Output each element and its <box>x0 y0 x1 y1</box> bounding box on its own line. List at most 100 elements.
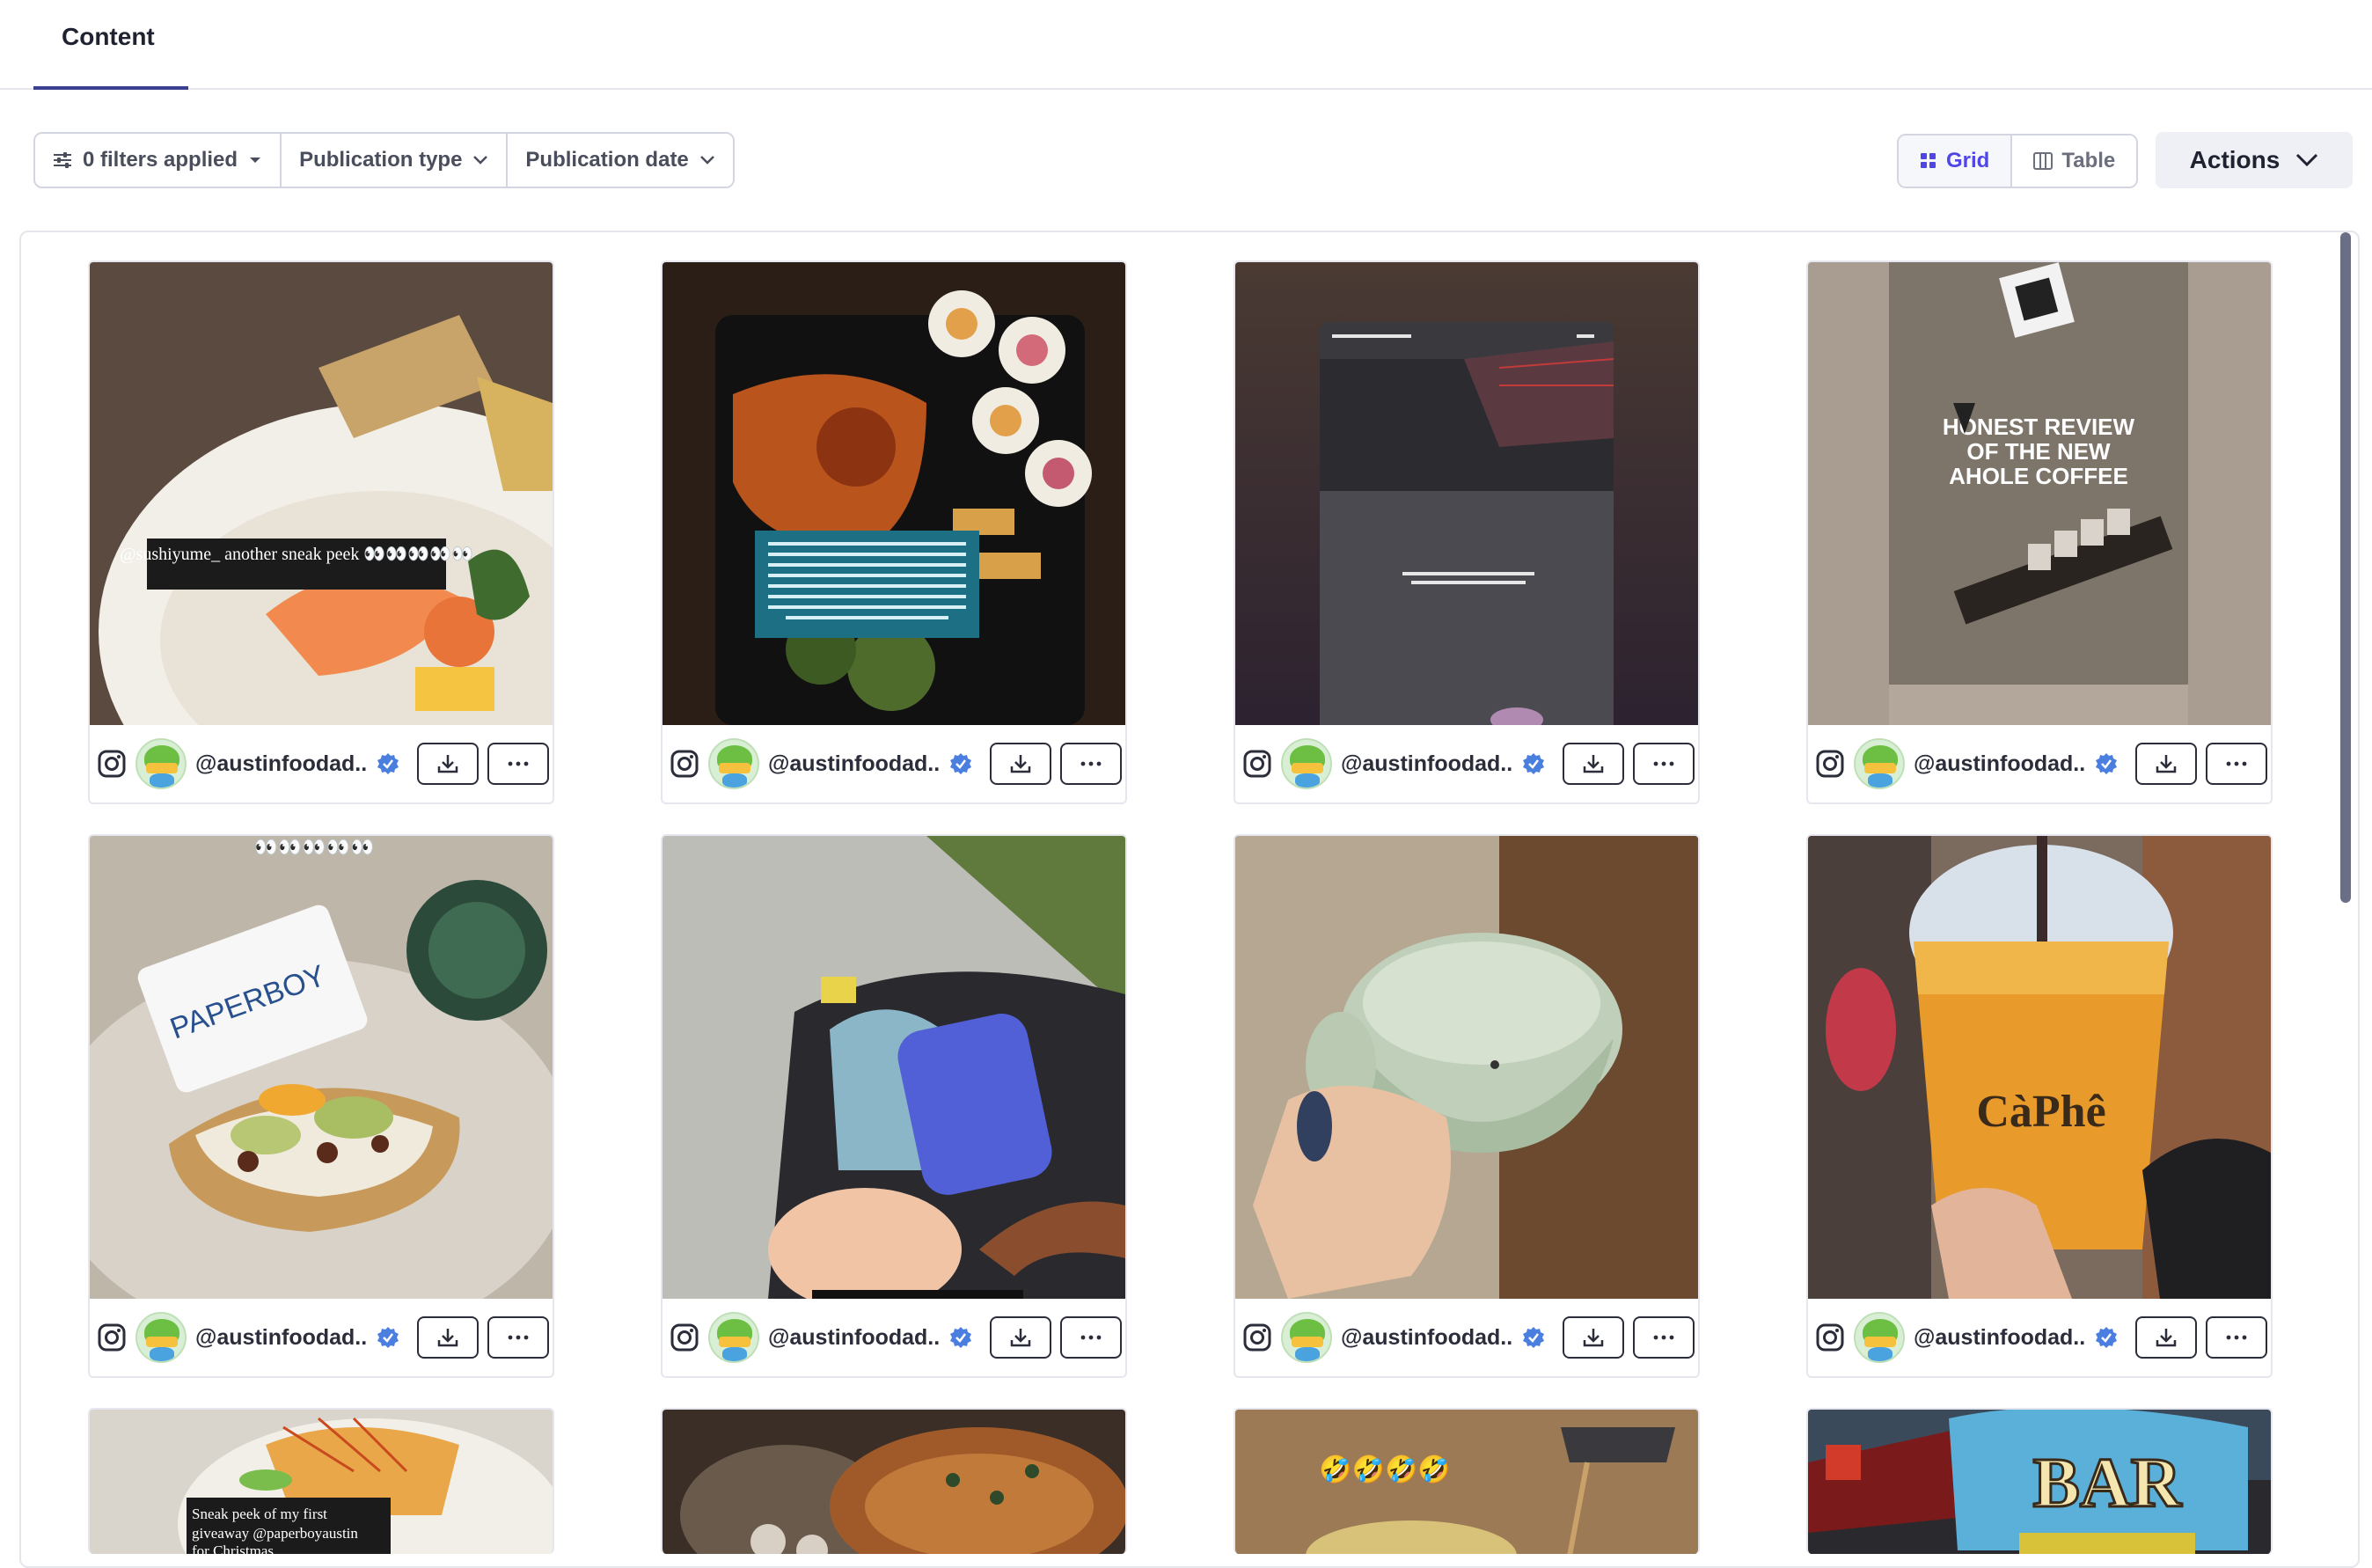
content-card[interactable]: PAPERBOY 👀👀👀👀👀 @austinfoodad... <box>88 834 554 1378</box>
content-card[interactable] <box>661 1408 1127 1554</box>
content-card[interactable]: HONEST REVIEW OF THE NEW AHOLE COFFEE @a… <box>1806 260 2273 804</box>
filters-applied-button[interactable]: 0 filters applied <box>35 134 282 187</box>
svg-text:HONEST REVIEW: HONEST REVIEW <box>1943 414 2135 440</box>
card-meta: @austinfoodad... <box>1808 725 2271 802</box>
avatar <box>1854 1312 1905 1363</box>
account-handle[interactable]: @austinfoodad... <box>1914 1325 2086 1351</box>
grid-view-label: Grid <box>1946 149 1990 172</box>
tab-bar: Content <box>0 0 2372 90</box>
download-icon <box>437 1329 458 1347</box>
more-options-button[interactable] <box>1633 1316 1695 1359</box>
verified-badge-icon <box>1523 1327 1544 1348</box>
download-button[interactable] <box>990 1316 1051 1359</box>
download-button[interactable] <box>1563 743 1624 785</box>
card-meta: @austinfoodad... <box>1235 1299 1698 1376</box>
verified-badge-icon <box>2096 753 2117 774</box>
more-options-button[interactable] <box>2206 1316 2267 1359</box>
account-handle[interactable]: @austinfoodad... <box>195 751 368 777</box>
instagram-icon <box>1816 750 1844 778</box>
card-meta: @austinfoodad... <box>663 1299 1125 1376</box>
download-icon <box>1583 755 1604 773</box>
content-thumbnail[interactable]: 🤣🤣🤣🤣 <box>1235 1410 1698 1554</box>
more-icon <box>2226 761 2247 766</box>
content-thumbnail[interactable]: HONEST REVIEW OF THE NEW AHOLE COFFEE <box>1808 262 2271 725</box>
actions-label: Actions <box>2189 146 2280 173</box>
content-card[interactable]: Sneak peek of my first giveaway @paperbo… <box>88 1408 554 1554</box>
more-options-button[interactable] <box>1060 743 1122 785</box>
verified-badge-icon <box>377 1327 399 1348</box>
content-card[interactable]: @austinfoodad... <box>1234 834 1700 1378</box>
account-handle[interactable]: @austinfoodad... <box>1341 1325 1513 1351</box>
content-card[interactable]: CàPhê @austinfoodad... <box>1806 834 2273 1378</box>
tab-content-label: Content <box>62 23 155 50</box>
more-icon <box>508 761 529 766</box>
verified-badge-icon <box>2096 1327 2117 1348</box>
content-card[interactable]: @austinfoodad... <box>661 834 1127 1378</box>
content-thumbnail[interactable]: BAR <box>1808 1410 2271 1554</box>
content-card[interactable]: @austinfoodad... <box>661 260 1127 804</box>
content-thumbnail[interactable] <box>1235 262 1698 725</box>
content-thumbnail[interactable]: Sneak peek of my first giveaway @paperbo… <box>90 1410 553 1554</box>
publication-date-dropdown[interactable]: Publication date <box>508 134 733 187</box>
download-icon <box>2156 1329 2177 1347</box>
more-options-button[interactable] <box>2206 743 2267 785</box>
more-options-button[interactable] <box>487 1316 549 1359</box>
thumb-caption: @sushiyume_ another sneak peek 👀👀👀👀👀 <box>120 545 473 564</box>
content-thumbnail[interactable] <box>663 1410 1125 1554</box>
content-thumbnail[interactable] <box>663 836 1125 1299</box>
more-options-button[interactable] <box>1633 743 1695 785</box>
publication-type-dropdown[interactable]: Publication type <box>282 134 509 187</box>
instagram-icon <box>670 1323 699 1352</box>
download-button[interactable] <box>2135 1316 2197 1359</box>
avatar <box>135 1312 187 1363</box>
content-thumbnail[interactable]: CàPhê <box>1808 836 2271 1299</box>
thumb-caption: CàPhê <box>1976 1087 2105 1137</box>
thumb-caption: BAR <box>2033 1445 2183 1522</box>
svg-text:Sneak peek of my first: Sneak peek of my first <box>192 1506 327 1522</box>
instagram-icon <box>98 1323 126 1352</box>
content-card[interactable]: @sushiyume_ another sneak peek 👀👀👀👀👀 @au… <box>88 260 554 804</box>
download-button[interactable] <box>990 743 1051 785</box>
table-view-button[interactable]: Table <box>2012 136 2137 187</box>
content-thumbnail[interactable] <box>663 262 1125 725</box>
download-button[interactable] <box>417 743 479 785</box>
sliders-icon <box>54 152 71 168</box>
instagram-icon <box>98 750 126 778</box>
download-button[interactable] <box>2135 743 2197 785</box>
grid-view-button[interactable]: Grid <box>1899 136 2013 187</box>
view-toggle: Grid Table <box>1897 134 2139 188</box>
instagram-icon <box>670 750 699 778</box>
content-thumbnail[interactable]: @sushiyume_ another sneak peek 👀👀👀👀👀 <box>90 262 553 725</box>
instagram-icon <box>1816 1323 1844 1352</box>
account-handle[interactable]: @austinfoodad... <box>1914 751 2086 777</box>
download-button[interactable] <box>417 1316 479 1359</box>
avatar <box>1854 738 1905 789</box>
account-handle[interactable]: @austinfoodad... <box>768 1325 941 1351</box>
filters-applied-label: 0 filters applied <box>83 148 238 172</box>
actions-button[interactable]: Actions <box>2156 132 2353 188</box>
account-handle[interactable]: @austinfoodad... <box>768 751 941 777</box>
content-card[interactable]: BAR <box>1806 1408 2273 1554</box>
more-icon <box>1080 761 1102 766</box>
table-view-label: Table <box>2061 149 2116 172</box>
publication-type-label: Publication type <box>299 148 463 172</box>
download-button[interactable] <box>1563 1316 1624 1359</box>
card-meta: @austinfoodad... <box>90 725 553 802</box>
download-icon <box>1583 1329 1604 1347</box>
download-icon <box>437 755 458 773</box>
svg-text:giveaway @paperboyaustin: giveaway @paperboyaustin <box>192 1525 358 1542</box>
account-handle[interactable]: @austinfoodad... <box>195 1325 368 1351</box>
tab-content[interactable]: Content <box>33 0 188 90</box>
content-thumbnail[interactable]: PAPERBOY 👀👀👀👀👀 <box>90 836 553 1299</box>
download-icon <box>1010 1329 1031 1347</box>
scrollbar[interactable] <box>2340 232 2351 903</box>
card-meta: @austinfoodad... <box>1808 1299 2271 1376</box>
account-handle[interactable]: @austinfoodad... <box>1341 751 1513 777</box>
content-card[interactable]: 🤣🤣🤣🤣 <box>1234 1408 1700 1554</box>
more-icon <box>2226 1335 2247 1340</box>
content-thumbnail[interactable] <box>1235 836 1698 1299</box>
content-card[interactable]: @austinfoodad... <box>1234 260 1700 804</box>
svg-text:👀👀👀👀👀: 👀👀👀👀👀 <box>254 837 375 859</box>
more-options-button[interactable] <box>487 743 549 785</box>
more-options-button[interactable] <box>1060 1316 1122 1359</box>
